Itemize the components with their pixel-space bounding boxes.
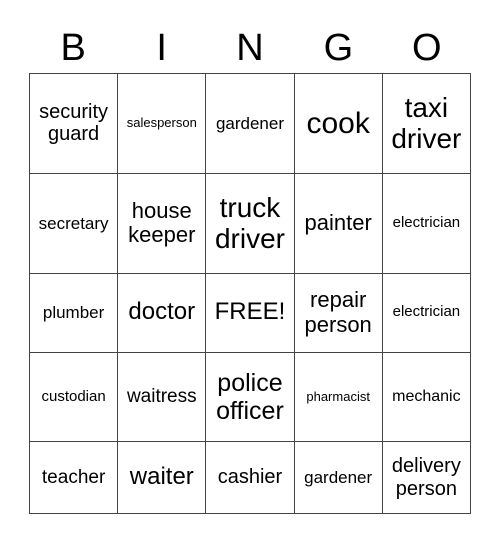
bingo-row: plumber doctor FREE! repair person elect… bbox=[28, 272, 472, 353]
bingo-cell[interactable]: salesperson bbox=[117, 73, 207, 174]
header-letter-g: G bbox=[323, 27, 354, 69]
bingo-cell[interactable]: teacher bbox=[28, 441, 119, 514]
bingo-cell[interactable]: waiter bbox=[117, 441, 207, 514]
bingo-cell[interactable]: electrician bbox=[381, 272, 472, 353]
bingo-cell[interactable]: delivery person bbox=[381, 441, 472, 514]
bingo-cell[interactable]: waitress bbox=[117, 351, 207, 443]
bingo-row: teacher waiter cashier gardener delivery… bbox=[28, 441, 472, 514]
bingo-cell[interactable]: cook bbox=[293, 73, 383, 174]
header-letter-o: O bbox=[412, 27, 442, 69]
bingo-cell[interactable]: secretary bbox=[28, 172, 119, 274]
bingo-cell[interactable]: pharmacist bbox=[293, 351, 383, 443]
bingo-cell[interactable]: police officer bbox=[205, 351, 295, 443]
bingo-cell[interactable]: security guard bbox=[28, 73, 119, 174]
bingo-cell[interactable]: truck driver bbox=[205, 172, 295, 274]
bingo-cell[interactable]: plumber bbox=[28, 272, 119, 353]
bingo-row: secretary house keeper truck driver pain… bbox=[28, 172, 472, 274]
bingo-cell[interactable]: taxi driver bbox=[381, 73, 472, 174]
bingo-card: security guard salesperson gardener cook… bbox=[28, 73, 472, 514]
header-letter-n: N bbox=[236, 27, 264, 69]
bingo-cell[interactable]: mechanic bbox=[381, 351, 472, 443]
bingo-row: custodian waitress police officer pharma… bbox=[28, 351, 472, 443]
bingo-cell[interactable]: electrician bbox=[381, 172, 472, 274]
bingo-cell[interactable]: doctor bbox=[117, 272, 207, 353]
bingo-row: security guard salesperson gardener cook… bbox=[28, 73, 472, 174]
bingo-cell[interactable]: custodian bbox=[28, 351, 119, 443]
header-letter-i: I bbox=[156, 27, 167, 69]
header-letter-b: B bbox=[60, 27, 86, 69]
bingo-cell[interactable]: gardener bbox=[205, 73, 295, 174]
bingo-cell[interactable]: cashier bbox=[205, 441, 295, 514]
free-space-cell[interactable]: FREE! bbox=[205, 272, 295, 353]
bingo-cell[interactable]: gardener bbox=[293, 441, 383, 514]
bingo-cell[interactable]: painter bbox=[293, 172, 383, 274]
bingo-cell[interactable]: repair person bbox=[293, 272, 383, 353]
bingo-header: B I N G O bbox=[29, 26, 471, 70]
bingo-cell[interactable]: house keeper bbox=[117, 172, 207, 274]
